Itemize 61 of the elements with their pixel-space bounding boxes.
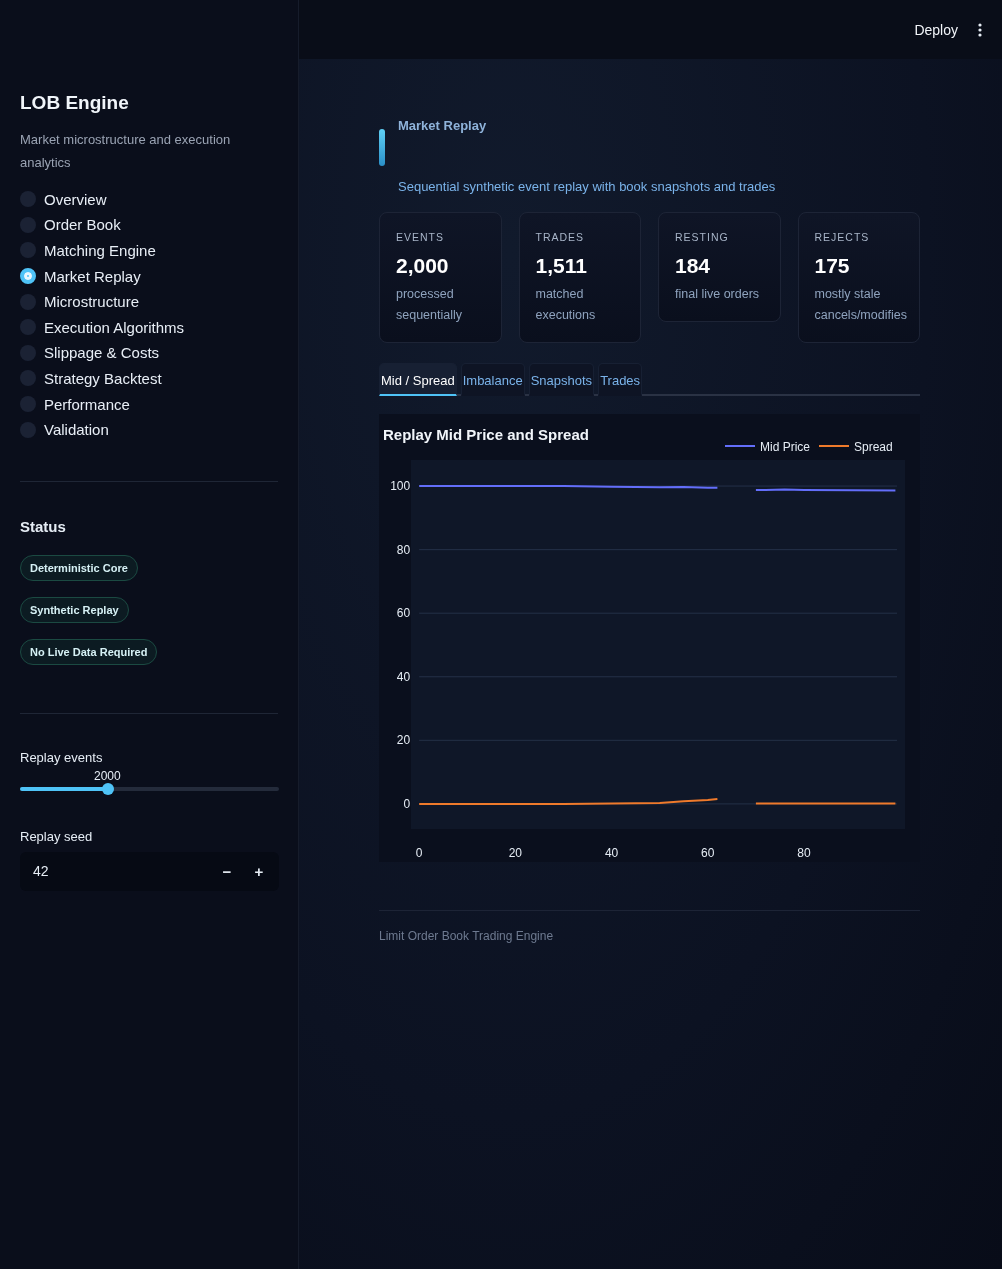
x-tick-label: 60 [701,846,715,860]
page-title: Market Replay [398,118,487,135]
metric-note: final live orders [675,286,761,303]
menu-icon[interactable] [978,22,982,37]
nav-radio-item[interactable]: Execution Algorithms [20,315,278,339]
y-tick-label: 80 [396,542,411,557]
chart-title: Replay Mid Price and Spread [383,426,589,443]
legend-label: Mid Price [760,439,811,454]
decrement-button[interactable]: − [211,855,243,888]
x-tick-label: 40 [604,846,619,860]
x-tick-label: 0 [415,846,423,860]
y-tick-label: 0 [403,796,411,811]
metric-label: RESTING [675,231,730,243]
accent-bar [379,129,385,166]
tab[interactable]: Mid / Spread [379,363,457,396]
nav-radio-item[interactable]: Validation [20,418,278,441]
field-label: Replay seed [20,828,94,844]
y-tick-label: 20 [396,733,411,748]
app-title: LOB Engine [20,92,130,114]
legend-item[interactable]: Mid Price [724,439,810,454]
tab[interactable]: Trades [598,363,643,396]
y-tick-label: 100 [390,479,411,494]
nav-radio-item[interactable]: Market Replay [20,264,278,288]
legend-item[interactable]: Spread [818,439,893,454]
x-tick-label: 20 [508,846,523,860]
nav-radio-item[interactable]: Slippage & Costs [20,341,278,365]
nav-radio-item[interactable]: Order Book [20,213,278,237]
nav-radio-item[interactable]: Strategy Backtest [20,367,278,390]
slider-thumb[interactable] [102,782,115,795]
x-tick-label: 80 [797,846,811,860]
nav-radio-item[interactable]: Overview [20,188,278,211]
number-input[interactable]: 42 − + [20,851,279,891]
y-tick-label: 60 [396,606,411,621]
nav-radio-item[interactable]: Microstructure [20,290,278,313]
metric-value: 184 [675,254,712,278]
tab[interactable]: Snapshots [528,363,595,396]
metric-note: mostly stale cancels/modifies [814,286,908,324]
slider-value: 2000 [94,768,122,783]
increment-button[interactable]: + [243,855,275,888]
y-tick-label: 40 [396,669,411,684]
legend-label: Spread [854,439,893,454]
metric-label: EVENTS [396,231,445,243]
deploy-button[interactable]: Deploy [908,15,964,44]
metric-value: 1,511 [535,254,588,278]
status-badge: Deterministic Core [20,554,138,581]
nav-radio-item[interactable]: Performance [20,392,278,416]
metric-note: processed sequentially [396,286,463,324]
slider-label: Replay events [20,749,104,765]
metric-value: 175 [814,254,851,278]
metric-value: 2,000 [396,254,450,278]
tab[interactable]: Imbalance [460,363,525,396]
metric-note: matched executions [535,286,597,324]
app-subtitle: Market microstructure and execution analytics [20,131,232,172]
metric-label: REJECTS [814,231,871,243]
status-heading: Status [20,517,67,535]
status-badge: No Live Data Required [20,638,158,665]
status-badge: Synthetic Replay [20,596,129,623]
page-subtitle: Sequential synthetic event replay with book snapshots and trades [398,179,777,194]
nav-radio-item[interactable]: Matching Engine [20,239,278,262]
footer-text: Limit Order Book Trading Engine [379,910,920,943]
metric-label: TRADES [535,231,586,243]
